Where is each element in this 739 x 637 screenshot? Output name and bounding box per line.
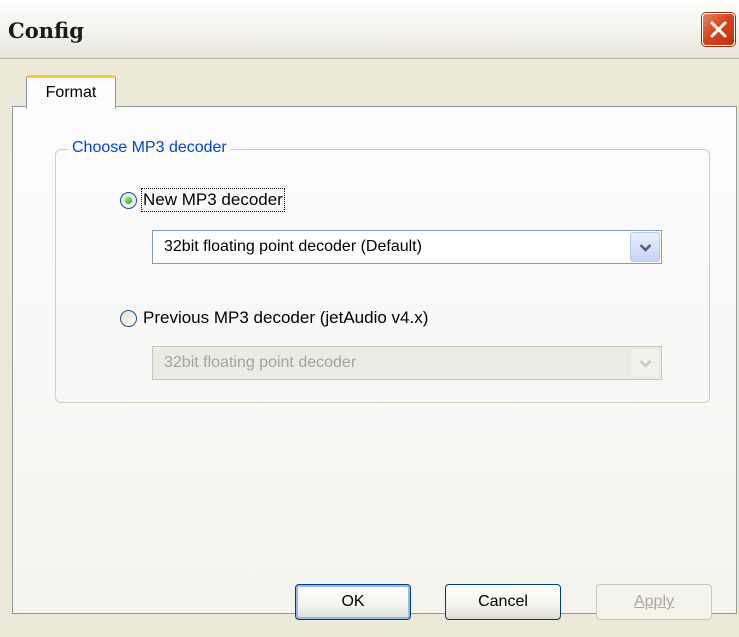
apply-button: Apply xyxy=(596,584,712,620)
radio-previous-decoder-label[interactable]: Previous MP3 decoder (jetAudio v4.x) xyxy=(143,308,428,328)
window-title: Config xyxy=(8,18,84,43)
tab-strip: Format xyxy=(0,58,739,109)
new-decoder-select-value: 32bit floating point decoder (Default) xyxy=(164,238,422,255)
radio-new-decoder-label[interactable]: New MP3 decoder xyxy=(141,188,285,212)
tab-format-label: Format xyxy=(45,84,97,101)
previous-decoder-select-value: 32bit floating point decoder xyxy=(164,354,357,371)
radio-new-decoder-button[interactable] xyxy=(120,191,137,209)
close-button[interactable] xyxy=(702,13,735,46)
groupbox-legend: Choose MP3 decoder xyxy=(68,139,231,157)
new-decoder-select[interactable]: 32bit floating point decoder (Default) xyxy=(152,230,662,264)
apply-button-label: Apply xyxy=(633,593,675,610)
previous-decoder-select: 32bit floating point decoder xyxy=(152,346,662,380)
decoder-groupbox: Choose MP3 decoder New MP3 decoder 32bit… xyxy=(55,139,710,403)
config-dialog: Config Format Choose MP3 decoder New MP3… xyxy=(0,0,739,637)
tab-panel-format: Choose MP3 decoder New MP3 decoder 32bit… xyxy=(12,106,737,614)
radio-previous-decoder[interactable]: Previous MP3 decoder (jetAudio v4.x) xyxy=(120,308,428,328)
previous-decoder-dropdown-button xyxy=(630,348,660,378)
chevron-down-icon xyxy=(639,360,652,368)
close-icon xyxy=(710,21,727,38)
new-decoder-dropdown-button[interactable] xyxy=(630,232,660,262)
title-bar[interactable]: Config xyxy=(0,0,739,59)
chevron-down-icon xyxy=(639,244,652,252)
radio-new-decoder[interactable]: New MP3 decoder xyxy=(120,188,285,212)
tab-format[interactable]: Format xyxy=(26,75,116,109)
radio-previous-decoder-button[interactable] xyxy=(120,309,137,327)
ok-button[interactable]: OK xyxy=(295,584,411,620)
radio-selected-dot xyxy=(125,196,132,204)
cancel-button[interactable]: Cancel xyxy=(445,584,561,620)
